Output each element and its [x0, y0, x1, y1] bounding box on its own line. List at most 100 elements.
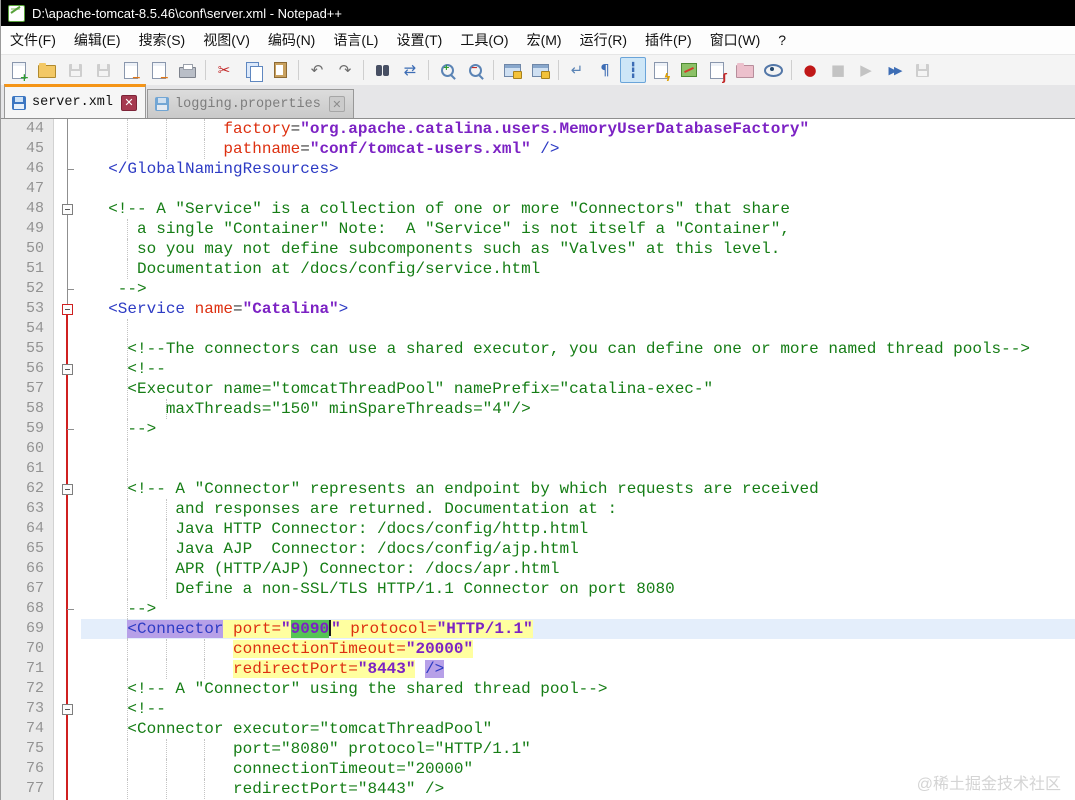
code-line-55[interactable]: <!--The connectors can use a shared exec… [81, 339, 1075, 359]
code-line-69[interactable]: <Connector port="9090 " protocol="HTTP/1.… [81, 619, 1075, 639]
show-all-characters-button[interactable]: ¶ [592, 57, 618, 83]
indent-guide-button[interactable]: ┇ [620, 57, 646, 83]
menu-item-10[interactable]: 插件(P) [636, 26, 701, 54]
zoom-out-button[interactable]: − [462, 57, 488, 83]
code-line-45[interactable]: pathname="conf/tomcat-users.xml" /> [81, 139, 1075, 159]
code-line-46[interactable]: </GlobalNamingResources> [81, 159, 1075, 179]
monitoring-eye-button[interactable] [760, 57, 786, 83]
menu-item-9[interactable]: 运行(R) [571, 26, 636, 54]
fold-collapse-box-line-62[interactable] [62, 484, 73, 495]
menu-item-2[interactable]: 搜索(S) [130, 26, 195, 54]
code-line-70[interactable]: connectionTimeout="20000" [81, 639, 1075, 659]
sync-horizontal-button[interactable] [527, 57, 553, 83]
code-line-73[interactable]: <!-- [81, 699, 1075, 719]
zoom-in-button[interactable]: + [434, 57, 460, 83]
menu-item-0[interactable]: 文件(F) [1, 26, 65, 54]
code-line-68[interactable]: --> [81, 599, 1075, 619]
redo-button[interactable]: ↷ [332, 57, 358, 83]
fold-collapse-box-line-73[interactable] [62, 704, 73, 715]
menu-item-5[interactable]: 语言(L) [324, 26, 387, 54]
folder-as-workspace-button[interactable] [732, 57, 758, 83]
print-button[interactable] [174, 57, 200, 83]
code-line-49[interactable]: a single "Container" Note: A "Service" i… [81, 219, 1075, 239]
fold-collapse-box-line-56[interactable] [62, 364, 73, 375]
close-button[interactable]: − [118, 57, 144, 83]
title-bar[interactable]: D:\apache-tomcat-8.5.46\conf\server.xml … [1, 0, 1075, 26]
code-line-74[interactable]: <Connector executor="tomcatThreadPool" [81, 719, 1075, 739]
line-number: 59 [25, 420, 44, 437]
code-line-62[interactable]: <!-- A "Connector" represents an endpoin… [81, 479, 1075, 499]
function-list-button[interactable]: ϟ [648, 57, 674, 83]
code-line-58[interactable]: maxThreads="150" minSpareThreads="4"/> [81, 399, 1075, 419]
saved-floppy-icon [12, 95, 26, 110]
menu-item-12[interactable]: ? [769, 28, 795, 52]
menu-item-4[interactable]: 编码(N) [259, 26, 324, 54]
find-button[interactable] [369, 57, 395, 83]
close-all-button[interactable]: − [146, 57, 172, 83]
code-line-61[interactable] [81, 459, 1075, 479]
code-line-64[interactable]: Java HTTP Connector: /docs/config/http.h… [81, 519, 1075, 539]
line-number: 67 [25, 580, 44, 597]
line-number: 76 [25, 760, 44, 777]
code-line-57[interactable]: <Executor name="tomcatThreadPool" namePr… [81, 379, 1075, 399]
menu-item-3[interactable]: 视图(V) [194, 26, 259, 54]
tab-close-icon[interactable]: ✕ [328, 96, 345, 112]
line-number: 64 [25, 520, 44, 537]
line-number: 45 [25, 140, 44, 157]
code-line-51[interactable]: Documentation at /docs/config/service.ht… [81, 259, 1075, 279]
code-area[interactable]: factory="org.apache.catalina.users.Memor… [81, 119, 1075, 799]
saved-floppy-icon [155, 97, 170, 111]
copy-button[interactable] [239, 57, 265, 83]
code-line-67[interactable]: Define a non-SSL/TLS HTTP/1.1 Connector … [81, 579, 1075, 599]
macro-run-multiple-button[interactable]: ▶▶ [881, 57, 907, 83]
toolbar-separator [791, 60, 792, 80]
menu-item-6[interactable]: 设置(T) [387, 26, 451, 54]
code-line-59[interactable]: --> [81, 419, 1075, 439]
code-line-72[interactable]: <!-- A "Connector" using the shared thre… [81, 679, 1075, 699]
sync-vertical-button[interactable] [499, 57, 525, 83]
line-number: 65 [25, 540, 44, 557]
fold-collapse-box-line-53[interactable] [62, 304, 73, 315]
macro-record-button[interactable]: ● [797, 57, 823, 83]
macro-save-button [909, 57, 935, 83]
code-line-75[interactable]: port="8080" protocol="HTTP/1.1" [81, 739, 1075, 759]
cut-button[interactable]: ✂ [211, 57, 237, 83]
new-file-button[interactable]: + [6, 57, 32, 83]
fold-margin[interactable] [54, 119, 81, 800]
watermark: @稀土掘金技术社区 [916, 776, 1061, 793]
replace-button[interactable]: ⇄ [397, 57, 423, 83]
tab-server.xml[interactable]: server.xml ✕ [4, 84, 147, 118]
fold-collapse-box-line-48[interactable] [62, 204, 73, 215]
paste-button[interactable] [267, 57, 293, 83]
tab-logging.properties[interactable]: logging.properties ✕ [147, 89, 354, 118]
code-line-47[interactable] [81, 179, 1075, 199]
menu-item-8[interactable]: 宏(M) [518, 26, 571, 54]
word-wrap-button[interactable]: ↵ [564, 57, 590, 83]
code-line-53[interactable]: <Service name="Catalina"> [81, 299, 1075, 319]
open-file-button[interactable] [34, 57, 60, 83]
code-line-71[interactable]: redirectPort="8443" /> [81, 659, 1075, 679]
line-number: 49 [25, 220, 44, 237]
code-line-54[interactable] [81, 319, 1075, 339]
line-number: 71 [25, 660, 44, 677]
menu-item-7[interactable]: 工具(O) [451, 26, 517, 54]
tab-close-icon[interactable]: ✕ [121, 94, 138, 111]
line-number: 61 [25, 460, 44, 477]
code-line-65[interactable]: Java AJP Connector: /docs/config/ajp.htm… [81, 539, 1075, 559]
code-line-66[interactable]: APR (HTTP/AJP) Connector: /docs/apr.html [81, 559, 1075, 579]
document-list-button[interactable]: ʃ [704, 57, 730, 83]
undo-button[interactable]: ↶ [304, 57, 330, 83]
menu-item-1[interactable]: 编辑(E) [65, 26, 130, 54]
code-line-50[interactable]: so you may not define subcomponents such… [81, 239, 1075, 259]
code-line-60[interactable] [81, 439, 1075, 459]
menu-item-11[interactable]: 窗口(W) [701, 26, 770, 54]
code-line-63[interactable]: and responses are returned. Documentatio… [81, 499, 1075, 519]
code-line-52[interactable]: --> [81, 279, 1075, 299]
notepad-plus-plus-window: D:\apache-tomcat-8.5.46\conf\server.xml … [0, 0, 1075, 800]
code-editor[interactable]: 44 45 46 47 48 49 50 51 52 53 54 55 56 57 58 59 60 61 62 63… [1, 119, 1075, 800]
save-button [62, 57, 88, 83]
code-line-48[interactable]: <!-- A "Service" is a collection of one … [81, 199, 1075, 219]
document-map-button[interactable] [676, 57, 702, 83]
code-line-56[interactable]: <!-- [81, 359, 1075, 379]
code-line-44[interactable]: factory="org.apache.catalina.users.Memor… [81, 119, 1075, 139]
